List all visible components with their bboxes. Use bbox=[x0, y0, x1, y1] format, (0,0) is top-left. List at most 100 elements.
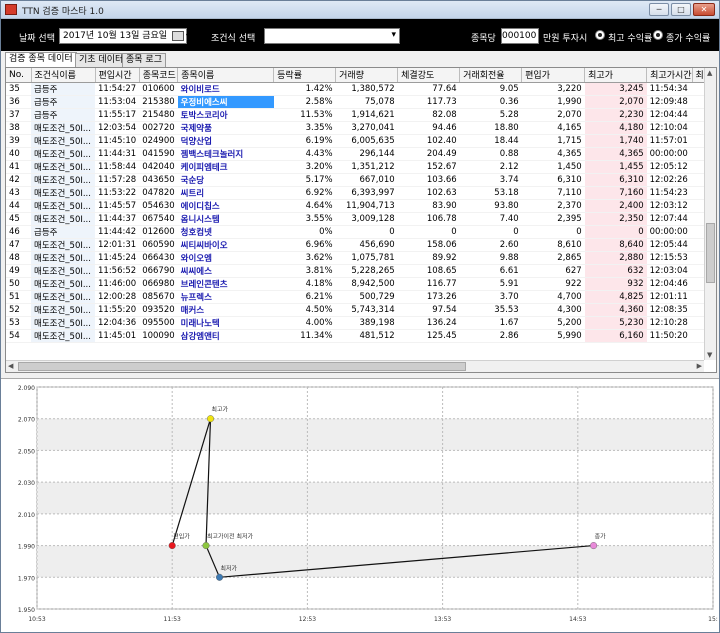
table-cell[interactable]: 에이디칩스 bbox=[177, 199, 274, 213]
table-cell[interactable]: 041590 bbox=[139, 147, 178, 161]
table-cell[interactable]: 2,070 bbox=[521, 108, 585, 122]
maximize-button[interactable]: □ bbox=[671, 3, 691, 16]
date-picker[interactable]: 2017년 10월 13일 금요일 bbox=[59, 28, 190, 44]
table-cell[interactable]: 82.08 bbox=[397, 108, 460, 122]
table-row[interactable]: 35 급등주 11:54:27 010600 와이비로드 1.42% 1,380,572 77… bbox=[6, 82, 706, 96]
table-cell[interactable]: 204.49 bbox=[397, 147, 460, 161]
column-header[interactable]: 최고가 bbox=[584, 68, 648, 83]
table-cell[interactable]: 4,365 bbox=[584, 147, 647, 161]
table-cell[interactable]: 066980 bbox=[139, 277, 178, 291]
table-cell[interactable]: 00:00:00 bbox=[646, 147, 693, 161]
table-cell[interactable]: 066790 bbox=[139, 264, 178, 278]
table-cell[interactable]: 급등주 bbox=[31, 82, 95, 96]
table-cell[interactable]: 500,729 bbox=[335, 290, 398, 304]
table-cell[interactable]: 054630 bbox=[139, 199, 178, 213]
table-cell[interactable]: 12:05:12 bbox=[646, 160, 693, 174]
table-row[interactable]: 43 매도조건_50I... 11:53:22 047820 씨트리 6.92% 6,393… bbox=[6, 186, 706, 200]
table-cell[interactable]: 5,200 bbox=[521, 316, 585, 330]
table-cell[interactable]: 11:54:34 bbox=[646, 82, 693, 96]
table-cell[interactable]: 2.12 bbox=[459, 160, 522, 174]
table-cell[interactable]: 4.00% bbox=[273, 316, 336, 330]
table-row[interactable]: 50 매도조건_50I... 11:46:00 066980 브레인콘텐츠 4.18% 8,… bbox=[6, 277, 706, 291]
table-row[interactable]: 51 매도조건_50I... 12:00:28 085670 뉴프렉스 6.21% 500,… bbox=[6, 290, 706, 304]
table-row[interactable]: 36 급등주 11:53:04 215380 우정비에스씨 2.58% 75,078 117.… bbox=[6, 95, 706, 109]
table-cell[interactable]: 45 bbox=[6, 212, 31, 226]
table-row[interactable]: 49 매도조건_50I... 11:56:52 066790 씨씨에스 3.81% 5,22… bbox=[6, 264, 706, 278]
close-button[interactable]: ✕ bbox=[693, 3, 715, 16]
table-cell[interactable]: 매도조건_50I... bbox=[31, 173, 95, 187]
table-cell[interactable]: 012600 bbox=[139, 225, 178, 239]
table-cell[interactable]: 매도조건_50I... bbox=[31, 121, 95, 135]
table-cell[interactable]: 37 bbox=[6, 108, 31, 122]
table-cell[interactable]: 8,610 bbox=[521, 238, 585, 252]
table-cell[interactable]: 3,220 bbox=[521, 82, 585, 96]
table-cell[interactable]: 024900 bbox=[139, 134, 178, 148]
table-cell[interactable]: 117.73 bbox=[397, 95, 460, 109]
table-cell[interactable]: 11:55:20 bbox=[95, 303, 140, 317]
table-cell[interactable]: 296,144 bbox=[335, 147, 398, 161]
table-cell[interactable]: 4.43% bbox=[273, 147, 336, 161]
calendar-icon[interactable] bbox=[172, 29, 190, 43]
table-cell[interactable]: 1,740 bbox=[584, 134, 647, 148]
table-row[interactable]: 45 매도조건_50I... 11:44:37 067540 옴니시스템 3.55% 3,0… bbox=[6, 212, 706, 226]
table-cell[interactable]: 43 bbox=[6, 186, 31, 200]
table-cell[interactable]: 3,009,128 bbox=[335, 212, 398, 226]
table-cell[interactable]: 77.64 bbox=[397, 82, 460, 96]
table-cell[interactable]: 청호컴넷 bbox=[177, 225, 274, 239]
table-row[interactable]: 48 매도조건_50I... 11:45:24 066430 와이오엠 3.62% 1,07… bbox=[6, 251, 706, 265]
table-cell[interactable]: 12:08:35 bbox=[646, 303, 693, 317]
table-cell[interactable]: 12:01:31 bbox=[95, 238, 140, 252]
table-cell[interactable]: 3.20% bbox=[273, 160, 336, 174]
table-cell[interactable]: 11.34% bbox=[273, 329, 336, 343]
table-cell[interactable]: 3.35% bbox=[273, 121, 336, 135]
table-cell[interactable]: 11:45:57 bbox=[95, 199, 140, 213]
table-cell[interactable]: 53.18 bbox=[459, 186, 522, 200]
scroll-down-icon[interactable]: ▼ bbox=[707, 351, 712, 359]
table-cell[interactable]: 102.40 bbox=[397, 134, 460, 148]
table-cell[interactable]: 1,914,621 bbox=[335, 108, 398, 122]
table-cell[interactable]: 100090 bbox=[139, 329, 178, 343]
table-cell[interactable]: 40 bbox=[6, 147, 31, 161]
table-cell[interactable]: 215480 bbox=[139, 108, 178, 122]
table-cell[interactable]: 11:54:23 bbox=[646, 186, 693, 200]
vertical-scrollbar[interactable]: ▲ ▼ bbox=[704, 68, 716, 360]
table-cell[interactable]: 6.61 bbox=[459, 264, 522, 278]
chevron-down-icon[interactable]: ▾ bbox=[391, 30, 396, 40]
table-cell[interactable]: 12:10:04 bbox=[646, 121, 693, 135]
table-cell[interactable]: 5,990 bbox=[521, 329, 585, 343]
table-cell[interactable]: 1,380,572 bbox=[335, 82, 398, 96]
table-cell[interactable]: 35 bbox=[6, 82, 31, 96]
table-cell[interactable]: 042040 bbox=[139, 160, 178, 174]
table-cell[interactable]: 103.66 bbox=[397, 173, 460, 187]
horizontal-scroll-thumb[interactable] bbox=[18, 362, 466, 371]
table-cell[interactable]: 89.92 bbox=[397, 251, 460, 265]
table-cell[interactable]: 4,700 bbox=[521, 290, 585, 304]
table-cell[interactable]: 매도조건_50I... bbox=[31, 303, 95, 317]
table-row[interactable]: 53 매도조건_50I... 12:04:36 095500 미래나노텍 4.00% 389… bbox=[6, 316, 706, 330]
table-row[interactable]: 54 매도조건_50I... 11:45:01 100090 삼강엠앤티 11.34% 48… bbox=[6, 329, 706, 343]
table-cell[interactable]: 1,715 bbox=[521, 134, 585, 148]
table-cell[interactable]: 94.46 bbox=[397, 121, 460, 135]
table-cell[interactable]: 매도조건_50I... bbox=[31, 264, 95, 278]
table-cell[interactable]: 173.26 bbox=[397, 290, 460, 304]
table-cell[interactable]: 108.65 bbox=[397, 264, 460, 278]
table-cell[interactable]: 11:55:17 bbox=[95, 108, 140, 122]
table-cell[interactable]: 215380 bbox=[139, 95, 178, 109]
table-cell[interactable]: 11:46:00 bbox=[95, 277, 140, 291]
table-cell[interactable]: 0 bbox=[397, 225, 460, 239]
table-cell[interactable]: 2.58% bbox=[273, 95, 336, 109]
table-cell[interactable]: 12:07:44 bbox=[646, 212, 693, 226]
table-cell[interactable]: 0% bbox=[273, 225, 336, 239]
table-row[interactable]: 41 매도조건_50I... 11:58:44 042040 케이피엠테크 3.20% 1,… bbox=[6, 160, 706, 174]
table-cell[interactable]: 젬백스테크놀러지 bbox=[177, 147, 274, 161]
table-cell[interactable]: 5,743,314 bbox=[335, 303, 398, 317]
table-cell[interactable]: 010600 bbox=[139, 82, 178, 96]
table-cell[interactable]: 0 bbox=[335, 225, 398, 239]
table-cell[interactable]: 53 bbox=[6, 316, 31, 330]
table-cell[interactable]: 136.24 bbox=[397, 316, 460, 330]
table-cell[interactable]: 씨티씨바이오 bbox=[177, 238, 274, 252]
table-cell[interactable]: 3.62% bbox=[273, 251, 336, 265]
table-cell[interactable]: 삼강엠앤티 bbox=[177, 329, 274, 343]
table-cell[interactable]: 12:10:28 bbox=[646, 316, 693, 330]
table-cell[interactable]: 102.63 bbox=[397, 186, 460, 200]
